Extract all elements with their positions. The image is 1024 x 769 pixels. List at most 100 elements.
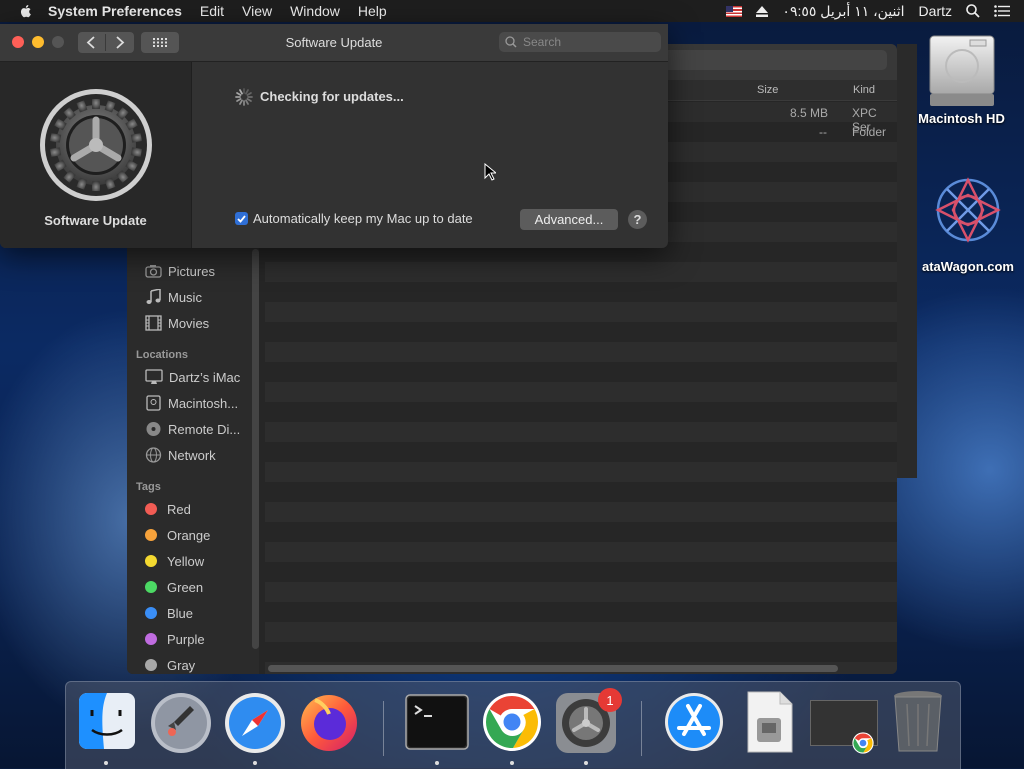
- row-kind: Folder: [852, 125, 887, 139]
- sidebar-item-label: Purple: [167, 631, 205, 647]
- sidebar-tag-green[interactable]: Green: [145, 576, 203, 598]
- sidebar-tag-red[interactable]: Red: [145, 498, 191, 520]
- finder-app-icon[interactable]: [78, 692, 136, 750]
- software-update-gear-icon: [40, 89, 152, 201]
- running-indicator: [104, 761, 108, 765]
- row-size: 8.5 MB: [790, 106, 829, 120]
- auto-update-checkbox-row[interactable]: Automatically keep my Mac up to date: [235, 211, 473, 226]
- tag-color-dot: [145, 503, 157, 515]
- sidebar-item-label: Music: [168, 289, 202, 305]
- spotlight-search-icon[interactable]: [966, 4, 980, 18]
- hard-drive-icon: [929, 35, 994, 106]
- sidebar-tag-yellow[interactable]: Yellow: [145, 550, 204, 572]
- sidebar-item-remote-disc[interactable]: Remote Di...: [145, 418, 240, 440]
- pane-name: Software Update: [44, 213, 147, 228]
- notification-center-icon[interactable]: [994, 5, 1010, 17]
- column-kind[interactable]: Kind: [853, 84, 875, 96]
- music-icon: [146, 289, 161, 304]
- menu-bar: System Preferences Edit View Window Help…: [0, 0, 1024, 22]
- tag-color-dot: [145, 659, 157, 671]
- app-store-app-icon[interactable]: [664, 692, 724, 752]
- sidebar-item-label: Remote Di...: [168, 421, 241, 437]
- menu-clock[interactable]: اثنين، ١١ أبريل ٠٩:٥٥: [782, 3, 904, 20]
- running-indicator: [253, 761, 257, 765]
- rosette-logo-icon: [935, 177, 1001, 243]
- preferences-search-input[interactable]: Search: [499, 32, 661, 52]
- row-size: --: [819, 125, 827, 139]
- tag-color-dot: [145, 633, 157, 645]
- sidebar-tag-blue[interactable]: Blue: [145, 602, 193, 624]
- desktop-icon-label: Macintosh HD: [918, 111, 1005, 126]
- sidebar-item-macintosh-hd[interactable]: Macintosh...: [145, 392, 238, 414]
- menu-user[interactable]: Dartz: [919, 3, 952, 19]
- sidebar-item-label: Dartz’s iMac: [169, 369, 241, 385]
- update-count-badge: 1: [598, 688, 622, 712]
- tag-color-dot: [145, 581, 157, 593]
- firefox-app-icon[interactable]: [297, 688, 361, 752]
- sidebar-item-pictures[interactable]: Pictures: [145, 260, 215, 282]
- auto-update-checkbox[interactable]: [235, 212, 248, 225]
- advanced-button[interactable]: Advanced...: [520, 209, 618, 230]
- sidebar-item-label: Pictures: [168, 263, 215, 279]
- sidebar-section-tags: Tags: [136, 481, 161, 493]
- menu-view[interactable]: View: [242, 3, 272, 19]
- running-indicator: [435, 761, 439, 765]
- update-status-text: Checking for updates...: [260, 89, 404, 104]
- menu-app-name[interactable]: System Preferences: [48, 3, 182, 19]
- movies-icon: [145, 315, 162, 331]
- terminal-app-icon[interactable]: [405, 694, 469, 750]
- disc-icon: [146, 422, 161, 436]
- menu-edit[interactable]: Edit: [200, 3, 224, 19]
- auto-update-label: Automatically keep my Mac up to date: [253, 211, 473, 226]
- checkmark-icon: [237, 214, 246, 223]
- apple-menu-icon[interactable]: [18, 3, 34, 19]
- network-globe-icon: [145, 447, 162, 463]
- pictures-icon: [145, 265, 162, 278]
- tag-color-dot: [145, 607, 157, 619]
- mouse-pointer-icon: [484, 163, 496, 181]
- trash-icon[interactable]: [892, 690, 944, 754]
- search-placeholder: Search: [523, 35, 562, 49]
- dock-separator: [383, 701, 384, 756]
- hard-drive-icon: [146, 395, 161, 411]
- sidebar-scrollbar[interactable]: [252, 249, 259, 649]
- sidebar-item-network[interactable]: Network: [145, 444, 216, 466]
- eject-icon[interactable]: [756, 5, 769, 17]
- dock-separator: [641, 701, 642, 756]
- sidebar-item-label: Macintosh...: [168, 395, 239, 411]
- desktop-icon-website[interactable]: ataWagon.com: [913, 172, 1023, 274]
- chrome-badge-icon: [852, 732, 874, 754]
- sidebar-item-label: Yellow: [167, 553, 205, 569]
- imac-icon: [145, 369, 163, 384]
- sidebar-tag-gray[interactable]: Gray: [145, 654, 195, 674]
- desktop-icon-macintosh-hd[interactable]: Macintosh HD: [914, 30, 1009, 126]
- chrome-app-icon[interactable]: [482, 692, 542, 752]
- sidebar-item-label: Network: [168, 447, 216, 463]
- software-update-window[interactable]: Software Update Search Software Update C…: [0, 24, 668, 248]
- tag-color-dot: [145, 529, 157, 541]
- sidebar-item-label: Movies: [168, 315, 210, 331]
- sidebar-section-locations: Locations: [136, 349, 188, 361]
- sidebar-item-music[interactable]: Music: [145, 286, 202, 308]
- preview-document-icon[interactable]: [742, 690, 796, 754]
- sidebar-item-label: Green: [167, 579, 204, 595]
- menu-help[interactable]: Help: [358, 3, 387, 19]
- launchpad-app-icon[interactable]: [150, 692, 212, 754]
- menu-window[interactable]: Window: [290, 3, 340, 19]
- sidebar-item-movies[interactable]: Movies: [145, 312, 209, 334]
- sidebar-item-label: Gray: [167, 657, 196, 673]
- sidebar-item-label: Red: [167, 501, 191, 517]
- help-button[interactable]: ?: [628, 210, 647, 229]
- safari-app-icon[interactable]: [224, 692, 286, 754]
- finder-sidebar: Pictures Music Movies Locations Dartz’s …: [127, 244, 259, 674]
- sidebar-tag-purple[interactable]: Purple: [145, 628, 205, 650]
- running-indicator: [584, 761, 588, 765]
- search-icon: [505, 36, 517, 48]
- file-list-horizontal-scrollbar[interactable]: [268, 665, 838, 672]
- sidebar-tag-orange[interactable]: Orange: [145, 524, 210, 546]
- sidebar-item-label: Blue: [167, 605, 194, 621]
- loading-spinner-icon: [235, 88, 253, 106]
- column-size[interactable]: Size: [757, 84, 778, 96]
- input-source-flag-icon[interactable]: [726, 5, 743, 17]
- sidebar-item-imac[interactable]: Dartz’s iMac: [145, 366, 240, 388]
